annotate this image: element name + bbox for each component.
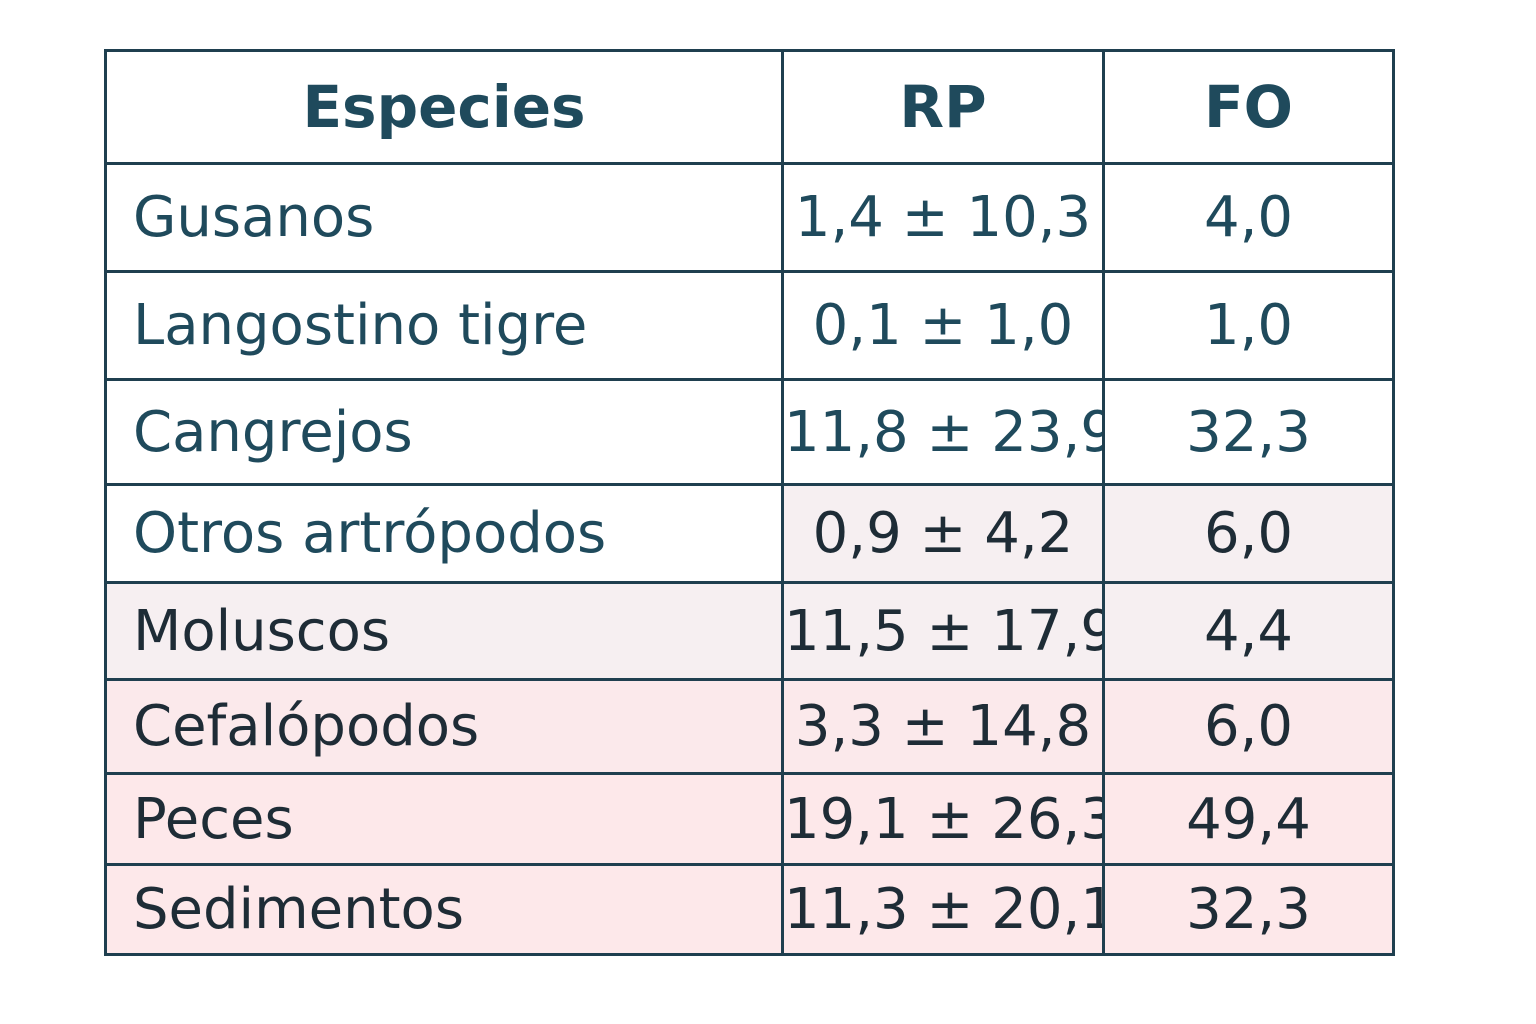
table-row: Peces 19,1 ± 26,3 49,4 [104, 772, 1395, 866]
table-row: Sedimentos 11,3 ± 20,1 32,3 [104, 863, 1395, 956]
fo-cell: 49,4 [1102, 772, 1395, 866]
rp-cell: 11,8 ± 23,9 [781, 378, 1105, 486]
fo-cell: 32,3 [1102, 378, 1395, 486]
rp-cell: 19,1 ± 26,3 [781, 772, 1105, 866]
table-row: Otros artrópodos 0,9 ± 4,2 6,0 [104, 483, 1395, 584]
fo-cell: 6,0 [1102, 678, 1395, 775]
species-cell: Cefalópodos [104, 678, 784, 775]
fo-cell: 4,4 [1102, 581, 1395, 681]
fo-cell: 1,0 [1102, 270, 1395, 381]
species-cell: Peces [104, 772, 784, 866]
rp-cell: 0,1 ± 1,0 [781, 270, 1105, 381]
header-row: Especies RP FO [104, 49, 1395, 165]
rp-cell: 3,3 ± 14,8 [781, 678, 1105, 775]
fo-cell: 6,0 [1102, 483, 1395, 584]
rp-cell: 0,9 ± 4,2 [781, 483, 1105, 584]
fo-cell: 4,0 [1102, 162, 1395, 273]
species-cell: Gusanos [104, 162, 784, 273]
header-especies: Especies [104, 49, 784, 165]
rp-cell: 11,3 ± 20,1 [781, 863, 1105, 956]
table-row: Moluscos 11,5 ± 17,9 4,4 [104, 581, 1395, 681]
species-cell: Otros artrópodos [104, 483, 784, 584]
header-fo: FO [1102, 49, 1395, 165]
species-cell: Moluscos [104, 581, 784, 681]
table-row: Langostino tigre 0,1 ± 1,0 1,0 [104, 270, 1395, 381]
species-table: Especies RP FO Gusanos 1,4 ± 10,3 4,0 La… [104, 49, 1395, 956]
rp-cell: 11,5 ± 17,9 [781, 581, 1105, 681]
table-row: Gusanos 1,4 ± 10,3 4,0 [104, 162, 1395, 273]
header-rp: RP [781, 49, 1105, 165]
species-cell: Cangrejos [104, 378, 784, 486]
fo-cell: 32,3 [1102, 863, 1395, 956]
species-cell: Langostino tigre [104, 270, 784, 381]
table-row: Cangrejos 11,8 ± 23,9 32,3 [104, 378, 1395, 486]
table-row: Cefalópodos 3,3 ± 14,8 6,0 [104, 678, 1395, 775]
rp-cell: 1,4 ± 10,3 [781, 162, 1105, 273]
species-cell: Sedimentos [104, 863, 784, 956]
